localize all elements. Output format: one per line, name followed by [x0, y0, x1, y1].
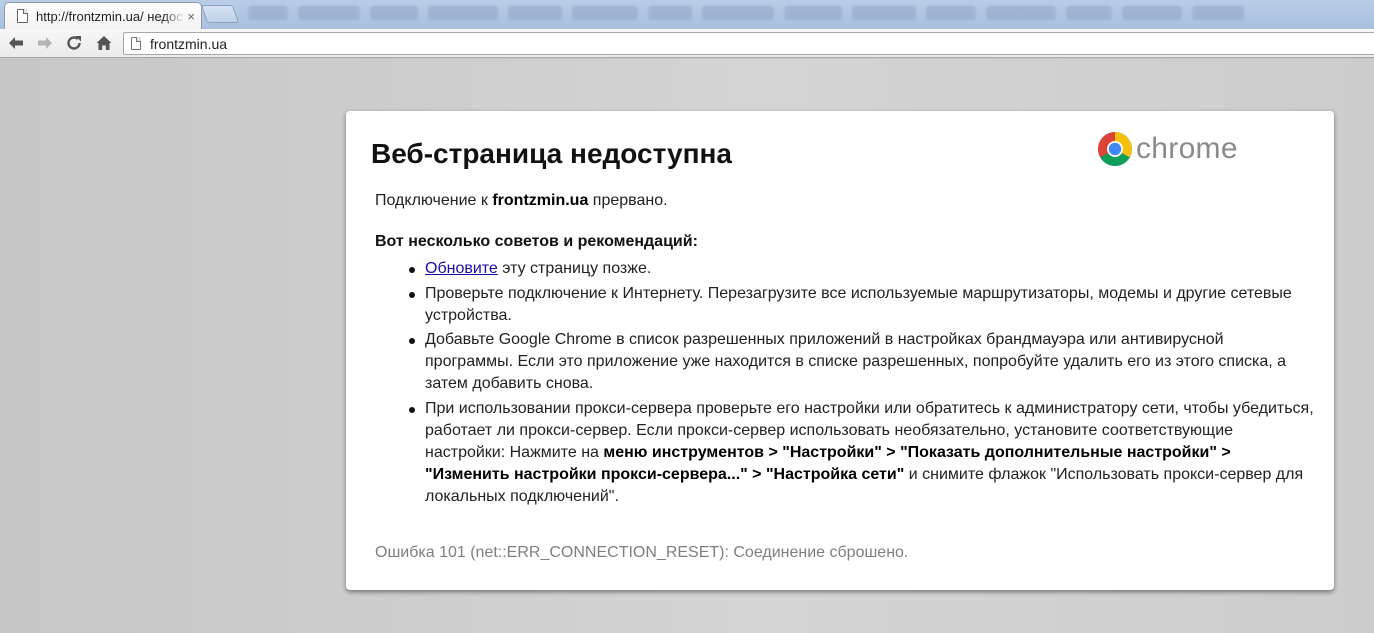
- chrome-wordmark: chrome: [1136, 132, 1238, 165]
- intro-host: frontzmin.ua: [492, 192, 589, 209]
- tips-list: Обновите эту страницу позже. Проверьте п…: [409, 258, 1315, 510]
- new-tab-button[interactable]: [200, 5, 240, 23]
- tip-firewall: Добавьте Google Chrome в список разрешен…: [409, 329, 1315, 395]
- forward-arrow-icon: [38, 37, 52, 49]
- error-code: Ошибка 101 (net::ERR_CONNECTION_RESET): …: [375, 544, 909, 561]
- reload-link[interactable]: Обновите: [425, 260, 498, 277]
- error-card: Веб-страница недоступна chrome Подключен…: [346, 111, 1334, 590]
- tips-heading: Вот несколько советов и рекомендаций:: [375, 233, 698, 250]
- chrome-logo-icon: [1098, 132, 1132, 166]
- tip-check-connection: Проверьте подключение к Интернету. Перез…: [409, 283, 1315, 327]
- tip-reload: Обновите эту страницу позже.: [409, 258, 1315, 280]
- home-button[interactable]: [93, 33, 115, 53]
- tip-proxy: При использовании прокси-сервера проверь…: [409, 398, 1315, 508]
- address-bar[interactable]: frontzmin.ua: [123, 32, 1374, 55]
- intro-prefix: Подключение к: [375, 192, 493, 209]
- tab-close-button[interactable]: ×: [187, 9, 195, 24]
- home-icon: [96, 36, 112, 50]
- connection-message: Подключение к frontzmin.ua прервано.: [375, 192, 668, 210]
- active-tab[interactable]: http://frontzmin.ua/ недоступна ×: [4, 2, 202, 29]
- tab-strip: http://frontzmin.ua/ недоступна ×: [0, 0, 1374, 29]
- page-title: Веб-страница недоступна: [371, 138, 732, 169]
- page-icon: [17, 9, 28, 23]
- address-bar-url[interactable]: frontzmin.ua: [150, 36, 227, 52]
- page-content: Веб-страница недоступна chrome Подключен…: [0, 59, 1374, 633]
- tip-reload-text: эту страницу позже.: [497, 260, 652, 277]
- page-icon: [131, 37, 141, 50]
- back-button[interactable]: [5, 33, 27, 53]
- intro-suffix: прервано.: [588, 192, 668, 209]
- chrome-logo: chrome: [1097, 131, 1238, 167]
- forward-button[interactable]: [34, 33, 56, 53]
- reload-button[interactable]: [63, 33, 85, 53]
- tab-title: http://frontzmin.ua/ недоступна: [36, 8, 185, 24]
- browser-toolbar: frontzmin.ua: [0, 29, 1374, 58]
- reload-icon: [67, 36, 81, 50]
- blurred-tabs: [248, 6, 1374, 22]
- back-arrow-icon: [9, 37, 23, 49]
